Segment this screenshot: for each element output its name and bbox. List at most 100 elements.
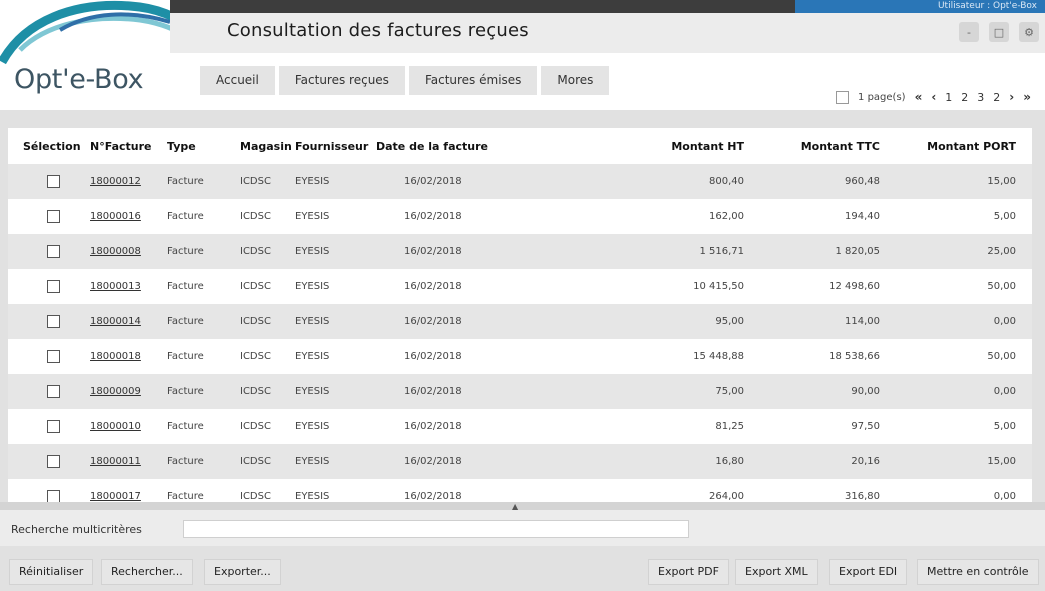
cell-magasin: ICDSC — [240, 316, 271, 327]
cell-magasin: ICDSC — [240, 456, 271, 467]
cell-magasin: ICDSC — [240, 211, 271, 222]
select-all-checkbox[interactable] — [836, 90, 850, 104]
cell-montant-port: 5,00 — [993, 421, 1016, 432]
page-3-button[interactable]: 3 — [977, 91, 984, 104]
export-edi-button[interactable]: Export EDI — [829, 559, 908, 585]
export-xml-button[interactable]: Export XML — [735, 559, 818, 585]
tab-mores[interactable]: Mores — [541, 66, 610, 95]
cell-montant-port: 15,00 — [987, 176, 1016, 187]
table-row[interactable]: 18000010 Facture ICDSC EYESIS 16/02/2018 81,2… — [8, 409, 1032, 444]
cell-montant-port: 0,00 — [993, 491, 1016, 502]
cell-fournisseur: EYESIS — [295, 386, 330, 397]
table-row[interactable]: 18000014 Facture ICDSC EYESIS 16/02/2018 95,0… — [8, 304, 1032, 339]
row-checkbox[interactable] — [47, 455, 60, 468]
invoice-grid: Sélection N°Facture Type Magasin Fournis… — [8, 128, 1032, 502]
table-row[interactable]: 18000017 Facture ICDSC EYESIS 16/02/2018 264,… — [8, 479, 1032, 502]
maximize-button[interactable]: □ — [989, 22, 1009, 42]
cell-montant-ttc: 1 820,05 — [835, 246, 880, 257]
invoice-number-link[interactable]: 18000011 — [90, 456, 141, 467]
search-input[interactable] — [183, 520, 689, 538]
search-button[interactable]: Rechercher... — [101, 559, 193, 585]
cell-fournisseur: EYESIS — [295, 316, 330, 327]
table-row[interactable]: 18000011 Facture ICDSC EYESIS 16/02/2018 16,8… — [8, 444, 1032, 479]
cell-montant-ht: 81,25 — [715, 421, 744, 432]
cell-type: Facture — [167, 456, 204, 467]
invoice-number-link[interactable]: 18000014 — [90, 316, 141, 327]
row-checkbox[interactable] — [47, 350, 60, 363]
table-row[interactable]: 18000009 Facture ICDSC EYESIS 16/02/2018 75,0… — [8, 374, 1032, 409]
cell-montant-ht: 75,00 — [715, 386, 744, 397]
tab-factures-emises[interactable]: Factures émises — [408, 66, 538, 95]
row-checkbox[interactable] — [47, 280, 60, 293]
title-bar: Consultation des factures reçues - □ ⚙ — [170, 13, 1045, 53]
col-montant-ttc[interactable]: Montant TTC — [778, 140, 880, 153]
user-info[interactable]: Utilisateur : Opt'e-Box — [795, 0, 1045, 13]
cell-type: Facture — [167, 386, 204, 397]
tab-factures-recues[interactable]: Factures reçues — [278, 66, 405, 95]
invoice-number-link[interactable]: 18000017 — [90, 491, 141, 502]
cell-montant-ttc: 18 538,66 — [829, 351, 880, 362]
cell-montant-ht: 1 516,71 — [699, 246, 744, 257]
table-row[interactable]: 18000013 Facture ICDSC EYESIS 16/02/2018 10 4… — [8, 269, 1032, 304]
table-row[interactable]: 18000008 Facture ICDSC EYESIS 16/02/2018 1 51… — [8, 234, 1032, 269]
minimize-button[interactable]: - — [959, 22, 979, 42]
col-date[interactable]: Date de la facture — [376, 140, 488, 153]
invoice-number-link[interactable]: 18000016 — [90, 211, 141, 222]
first-page-button[interactable]: « — [915, 90, 923, 104]
last-page-button[interactable]: » — [1023, 90, 1031, 104]
next-page-button[interactable]: › — [1009, 90, 1014, 104]
invoice-number-link[interactable]: 18000009 — [90, 386, 141, 397]
col-magasin[interactable]: Magasin — [240, 140, 292, 153]
page-2-button[interactable]: 2 — [961, 91, 968, 104]
cell-montant-ttc: 97,50 — [851, 421, 880, 432]
row-checkbox[interactable] — [47, 490, 60, 502]
cell-date: 16/02/2018 — [404, 281, 462, 292]
col-selection[interactable]: Sélection — [23, 140, 81, 153]
cell-montant-ht: 10 415,50 — [693, 281, 744, 292]
cell-type: Facture — [167, 491, 204, 502]
row-checkbox[interactable] — [47, 315, 60, 328]
cell-montant-ttc: 20,16 — [851, 456, 880, 467]
table-row[interactable]: 18000012 Facture ICDSC EYESIS 16/02/2018 800,… — [8, 164, 1032, 199]
main-nav: Accueil Factures reçues Factures émises … — [200, 66, 610, 95]
grid-splitter[interactable]: ▲ — [0, 502, 1045, 511]
reset-button[interactable]: Réinitialiser — [9, 559, 94, 585]
cell-type: Facture — [167, 316, 204, 327]
col-type[interactable]: Type — [167, 140, 196, 153]
row-checkbox[interactable] — [47, 210, 60, 223]
prev-page-button[interactable]: ‹ — [931, 90, 936, 104]
cell-magasin: ICDSC — [240, 421, 271, 432]
cell-fournisseur: EYESIS — [295, 281, 330, 292]
col-numero[interactable]: N°Facture — [90, 140, 152, 153]
row-checkbox[interactable] — [47, 420, 60, 433]
settings-gear-icon[interactable]: ⚙ — [1019, 22, 1039, 42]
row-checkbox[interactable] — [47, 245, 60, 258]
cell-montant-ttc: 90,00 — [851, 386, 880, 397]
export-pdf-button[interactable]: Export PDF — [648, 559, 729, 585]
cell-montant-port: 0,00 — [993, 316, 1016, 327]
tab-accueil[interactable]: Accueil — [200, 66, 275, 95]
cell-date: 16/02/2018 — [404, 316, 462, 327]
row-checkbox[interactable] — [47, 385, 60, 398]
col-montant-ht[interactable]: Montant HT — [644, 140, 744, 153]
table-row[interactable]: 18000018 Facture ICDSC EYESIS 16/02/2018 15 4… — [8, 339, 1032, 374]
invoice-number-link[interactable]: 18000008 — [90, 246, 141, 257]
cell-montant-ht: 264,00 — [709, 491, 744, 502]
search-label: Recherche multicritères — [11, 523, 142, 536]
page-1-button[interactable]: 1 — [945, 91, 952, 104]
col-fournisseur[interactable]: Fournisseur — [295, 140, 368, 153]
row-checkbox[interactable] — [47, 175, 60, 188]
col-montant-port[interactable]: Montant PORT — [906, 140, 1016, 153]
cell-fournisseur: EYESIS — [295, 491, 330, 502]
pager: 1 page(s) « ‹ 1 2 3 2 › » — [836, 90, 1031, 104]
cell-magasin: ICDSC — [240, 281, 271, 292]
invoice-number-link[interactable]: 18000010 — [90, 421, 141, 432]
action-bar: Réinitialiser Rechercher... Exporter... … — [0, 552, 1045, 591]
export-button[interactable]: Exporter... — [204, 559, 281, 585]
invoice-number-link[interactable]: 18000018 — [90, 351, 141, 362]
table-row[interactable]: 18000016 Facture ICDSC EYESIS 16/02/2018 162,… — [8, 199, 1032, 234]
window-controls: - □ ⚙ — [959, 22, 1039, 42]
invoice-number-link[interactable]: 18000013 — [90, 281, 141, 292]
control-button[interactable]: Mettre en contrôle — [917, 559, 1039, 585]
invoice-number-link[interactable]: 18000012 — [90, 176, 141, 187]
